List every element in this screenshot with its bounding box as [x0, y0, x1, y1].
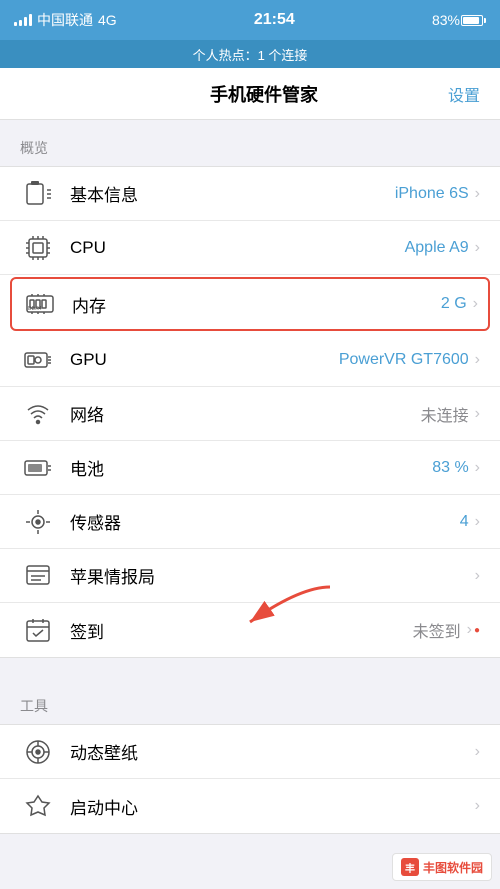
list-item-gpu[interactable]: GPU PowerVR GT7600 ›: [0, 333, 500, 387]
memory-label: 内存: [72, 292, 441, 317]
sensor-value: 4: [460, 513, 469, 531]
list-item-network[interactable]: 网络 未连接 ›: [0, 387, 500, 441]
sensor-chevron: ›: [475, 513, 480, 531]
status-time: 21:54: [254, 11, 295, 29]
basic-info-value: iPhone 6S: [395, 185, 469, 203]
dynamic-wallpaper-label: 动态壁纸: [70, 739, 475, 764]
battery-percent: 83%: [432, 12, 460, 28]
list-item-basic-info[interactable]: 基本信息 iPhone 6S ›: [0, 167, 500, 221]
list-item-launch-center[interactable]: 启动中心 ›: [0, 779, 500, 833]
battery-icon: 83%: [432, 12, 486, 28]
tools-section: 工具 动态壁纸 ›: [0, 678, 500, 834]
nav-bar: 手机硬件管家 设置: [0, 68, 500, 120]
apple-intelligence-icon: [20, 558, 56, 594]
dynamic-wallpaper-icon: [20, 734, 56, 770]
list-item-memory[interactable]: DDR4 内存 2 G ›: [10, 277, 490, 331]
overview-list: 基本信息 iPhone 6S › CPU Apple A9 ›: [0, 166, 500, 658]
tools-section-header: 工具: [0, 678, 500, 724]
launch-center-chevron: ›: [475, 797, 480, 815]
gpu-icon: [20, 342, 56, 378]
page-title: 手机硬件管家: [210, 81, 318, 107]
list-item-dynamic-wallpaper[interactable]: 动态壁纸 ›: [0, 725, 500, 779]
checkin-dot: ●: [474, 625, 480, 636]
checkin-value: 未签到: [413, 618, 461, 642]
checkin-chevron: ›: [467, 621, 472, 639]
cpu-value: Apple A9: [405, 239, 469, 257]
apple-intelligence-label: 苹果情报局: [70, 563, 469, 588]
svg-text:DDR4: DDR4: [28, 306, 42, 312]
memory-value: 2 G: [441, 295, 467, 313]
checkin-icon: [20, 612, 56, 648]
gpu-label: GPU: [70, 350, 339, 370]
basic-info-icon: [20, 176, 56, 212]
hotspot-bar: 个人热点：1 个连接: [0, 40, 500, 68]
apple-intelligence-chevron: ›: [475, 567, 480, 585]
gpu-chevron: ›: [475, 351, 480, 369]
status-left: 中国联通 4G: [14, 10, 117, 30]
settings-button[interactable]: 设置: [448, 82, 480, 106]
tools-list: 动态壁纸 › 启动中心 ›: [0, 724, 500, 834]
network-label: 网络: [70, 401, 421, 426]
list-item-cpu[interactable]: CPU Apple A9 ›: [0, 221, 500, 275]
cpu-icon: [20, 230, 56, 266]
battery-chevron: ›: [475, 459, 480, 477]
basic-info-label: 基本信息: [70, 181, 395, 206]
network-icon: [20, 396, 56, 432]
watermark-logo: 丰: [401, 858, 419, 876]
battery-list-icon: [20, 450, 56, 486]
list-item-sensor[interactable]: 传感器 4 ›: [0, 495, 500, 549]
checkin-label: 签到: [70, 618, 413, 643]
network-chevron: ›: [475, 405, 480, 423]
signal-icon: [14, 14, 32, 26]
battery-value: 83 %: [432, 459, 468, 477]
launch-center-label: 启动中心: [70, 794, 475, 819]
status-bar: 中国联通 4G 21:54 83%: [0, 0, 500, 40]
list-item-battery[interactable]: 电池 83 % ›: [0, 441, 500, 495]
watermark-text: 丰图软件园: [423, 859, 483, 876]
carrier-label: 中国联通: [37, 10, 93, 30]
gpu-value: PowerVR GT7600: [339, 351, 469, 369]
basic-info-chevron: ›: [475, 185, 480, 203]
memory-chevron: ›: [473, 295, 478, 313]
watermark: 丰 丰图软件园: [392, 853, 492, 881]
sensor-label: 传感器: [70, 509, 460, 534]
overview-section-header: 概览: [0, 120, 500, 166]
network-type: 4G: [98, 12, 117, 28]
network-value: 未连接: [421, 402, 469, 426]
battery-label: 电池: [70, 455, 432, 480]
list-item-checkin[interactable]: 签到 未签到 › ●: [0, 603, 500, 657]
list-item-apple-intelligence[interactable]: 苹果情报局 ›: [0, 549, 500, 603]
launch-center-icon: [20, 788, 56, 824]
cpu-chevron: ›: [475, 239, 480, 257]
sensor-icon: [20, 504, 56, 540]
memory-icon: DDR4: [22, 286, 58, 322]
dynamic-wallpaper-chevron: ›: [475, 743, 480, 761]
hotspot-text: 个人热点：1 个连接: [193, 45, 308, 64]
cpu-label: CPU: [70, 238, 405, 258]
status-right: 83%: [432, 12, 486, 28]
